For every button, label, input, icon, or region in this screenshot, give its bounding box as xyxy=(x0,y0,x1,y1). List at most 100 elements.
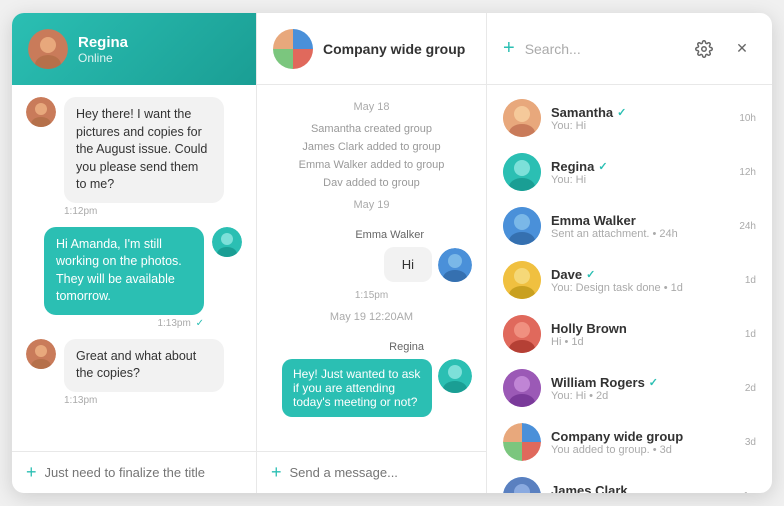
message-bubble: Hey there! I want the pictures and copie… xyxy=(64,97,224,203)
date-label: May 18 xyxy=(353,101,389,113)
message-content: Great and what about the copies? 1:13pm xyxy=(64,339,224,406)
group-bubble-sent: Hey! Just wanted to ask if you are atten… xyxy=(282,359,432,417)
message-time: 1:13pm ✓ xyxy=(44,318,204,329)
message-bubble: Great and what about the copies? xyxy=(64,339,224,392)
contact-item[interactable]: Dave ✓ You: Design task done • 1d 1d xyxy=(487,253,772,307)
contact-time: 10h xyxy=(739,113,756,124)
contact-list: Samantha ✓ You: Hi 10h xyxy=(487,85,772,493)
contact-name: James Clark xyxy=(551,483,733,494)
contact-preview: Hi • 1d xyxy=(551,336,735,348)
system-message: Samantha created group xyxy=(311,123,432,135)
middle-header: Company wide group xyxy=(257,13,486,85)
message-avatar xyxy=(438,248,472,282)
system-message: James Clark added to group xyxy=(302,141,440,153)
contact-preview: You: Design task done • 1d xyxy=(551,282,735,294)
contact-preview: You: Hi xyxy=(551,174,729,186)
sender-name: Emma Walker xyxy=(271,229,472,241)
contact-item[interactable]: Holly Brown Hi • 1d 1d xyxy=(487,307,772,361)
group-message-time: 1:15pm xyxy=(355,290,388,301)
contact-item[interactable]: James Clark You: sent a gif. • 1w 1w xyxy=(487,469,772,493)
contact-avatar xyxy=(503,369,541,407)
left-input-area: + xyxy=(12,451,256,493)
right-header: + Search... ✕ xyxy=(487,13,772,85)
contact-status: Online xyxy=(78,51,128,65)
contact-avatar xyxy=(503,261,541,299)
contact-avatar xyxy=(503,207,541,245)
read-check-icon: ✓ xyxy=(598,160,607,173)
group-message-row: Hi xyxy=(271,247,472,282)
contact-info: William Rogers ✓ You: Hi • 2d xyxy=(551,375,735,402)
search-box: Search... xyxy=(525,41,680,57)
contact-time: 24h xyxy=(739,221,756,232)
contact-item[interactable]: Company wide group You added to group. •… xyxy=(487,415,772,469)
date-label: May 19 xyxy=(353,199,389,211)
message-row: Hi Amanda, I'm still working on the phot… xyxy=(26,227,242,329)
message-input[interactable] xyxy=(45,465,242,480)
date-label: May 19 12:20AM xyxy=(330,311,413,323)
contact-time: 2d xyxy=(745,383,756,394)
left-header: Regina Online xyxy=(12,13,256,85)
group-bubble: Hi xyxy=(384,247,432,282)
contact-name: Regina ✓ xyxy=(551,159,729,174)
system-message: Dav added to group xyxy=(323,177,420,189)
contact-time: 1d xyxy=(745,275,756,286)
contact-avatar xyxy=(503,99,541,137)
contact-info: Regina Online xyxy=(78,34,128,65)
contact-name: Regina xyxy=(78,34,128,51)
message-avatar xyxy=(212,227,242,257)
app-container: Regina Online Hey there! I want the pict… xyxy=(12,13,772,493)
contact-preview: You added to group. • 3d xyxy=(551,444,735,456)
contact-avatar xyxy=(503,477,541,493)
system-message: Emma Walker added to group xyxy=(299,159,445,171)
plus-icon[interactable]: + xyxy=(271,462,282,483)
message-time: 1:12pm xyxy=(64,206,224,217)
contact-item[interactable]: William Rogers ✓ You: Hi • 2d 2d xyxy=(487,361,772,415)
contact-name: Samantha ✓ xyxy=(551,105,729,120)
group-name: Company wide group xyxy=(323,41,465,57)
contact-item[interactable]: Emma Walker Sent an attachment. • 24h 24… xyxy=(487,199,772,253)
close-icon[interactable]: ✕ xyxy=(728,35,756,63)
contact-info: Regina ✓ You: Hi xyxy=(551,159,729,186)
plus-icon[interactable]: + xyxy=(503,37,515,60)
read-check-icon: ✓ xyxy=(586,268,595,281)
read-check: ✓ xyxy=(196,318,204,329)
contact-avatar xyxy=(503,153,541,191)
message-bubble: Hi Amanda, I'm still working on the phot… xyxy=(44,227,204,315)
contact-time: 12h xyxy=(739,167,756,178)
message-list: Hey there! I want the pictures and copie… xyxy=(12,85,256,451)
sender-name: Regina xyxy=(271,341,472,353)
contact-preview: You: Hi • 2d xyxy=(551,390,735,402)
contact-preview: Sent an attachment. • 24h xyxy=(551,228,729,240)
contact-item[interactable]: Regina ✓ You: Hi 12h xyxy=(487,145,772,199)
group-avatar xyxy=(273,29,313,69)
settings-icon[interactable] xyxy=(690,35,718,63)
contact-avatar xyxy=(503,423,541,461)
group-avatar-small xyxy=(503,423,541,461)
read-check-icon: ✓ xyxy=(617,106,626,119)
left-panel: Regina Online Hey there! I want the pict… xyxy=(12,13,257,493)
group-message-input[interactable] xyxy=(290,465,472,480)
contact-name: Dave ✓ xyxy=(551,267,735,282)
contact-time: 3d xyxy=(745,437,756,448)
contact-preview: You: Hi xyxy=(551,120,729,132)
right-panel: + Search... ✕ xyxy=(487,13,772,493)
group-input-area: + xyxy=(257,451,486,493)
plus-icon[interactable]: + xyxy=(26,462,37,483)
group-message-row: Hey! Just wanted to ask if you are atten… xyxy=(271,359,472,417)
message-row: Great and what about the copies? 1:13pm xyxy=(26,339,242,406)
middle-panel: Company wide group May 18 Samantha creat… xyxy=(257,13,487,493)
contact-info: Samantha ✓ You: Hi xyxy=(551,105,729,132)
contact-time: 1w xyxy=(743,491,756,494)
contact-info: James Clark You: sent a gif. • 1w xyxy=(551,483,733,494)
message-avatar xyxy=(26,339,56,369)
message-content: Hey there! I want the pictures and copie… xyxy=(64,97,224,217)
contact-avatar xyxy=(503,315,541,353)
contact-info: Dave ✓ You: Design task done • 1d xyxy=(551,267,735,294)
contact-name: Emma Walker xyxy=(551,213,729,228)
contact-name: Company wide group xyxy=(551,429,735,444)
message-content: Hi Amanda, I'm still working on the phot… xyxy=(44,227,204,329)
contact-item[interactable]: Samantha ✓ You: Hi 10h xyxy=(487,91,772,145)
message-avatar xyxy=(438,359,472,393)
contact-name: Holly Brown xyxy=(551,321,735,336)
contact-info: Company wide group You added to group. •… xyxy=(551,429,735,456)
